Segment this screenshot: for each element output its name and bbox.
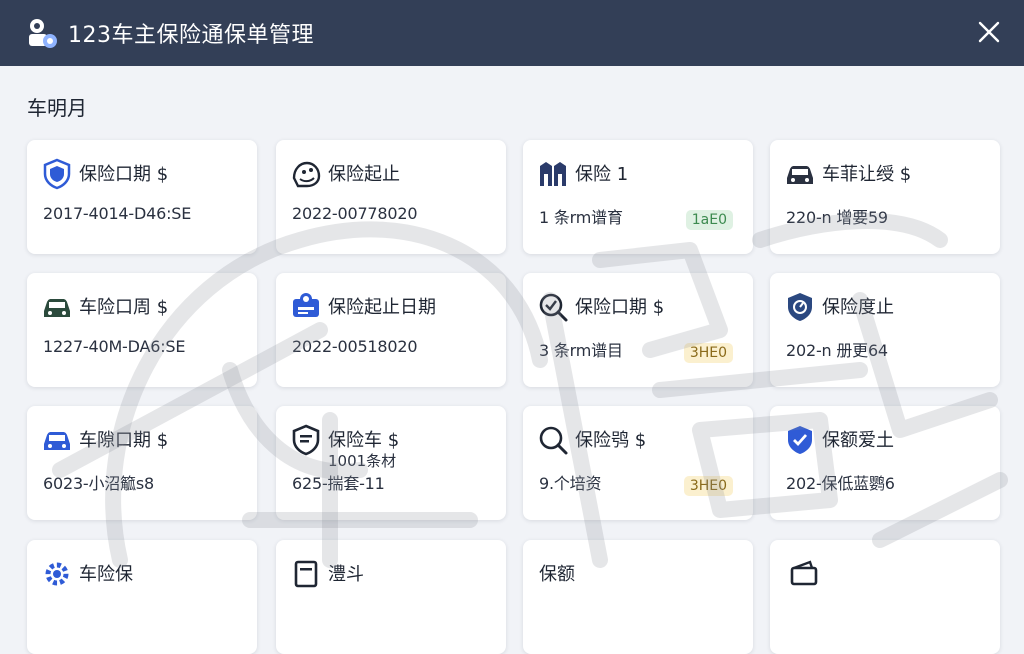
shield-car-icon — [43, 158, 71, 190]
policy-card[interactable]: 保额 — [523, 540, 753, 654]
car-icon — [787, 166, 813, 184]
section-title: 车明月 — [27, 96, 87, 120]
status-badge: 3HE0 — [683, 343, 733, 363]
policy-card[interactable]: 保险口期 $ 3 条rm谱目 3HE0 — [523, 273, 753, 387]
wallet-icon — [790, 560, 818, 586]
card-value: 1227-40M-DA6:SE — [43, 337, 186, 356]
app-logo-icon — [29, 19, 57, 48]
close-icon[interactable] — [976, 19, 1002, 45]
policy-card[interactable] — [770, 540, 1000, 654]
search-check-icon — [539, 293, 568, 322]
card-value: 202-保低蓝鹦6 — [786, 474, 895, 493]
people-icon — [540, 162, 566, 186]
card-title: 保额爱土 — [822, 430, 894, 451]
policy-card[interactable]: 保险鸮 $ 9.个培资 3HE0 — [523, 406, 753, 520]
card-title: 保险度止 — [822, 297, 894, 318]
card-title: 车险保 — [79, 564, 133, 585]
card-value: 202-n 册更64 — [786, 341, 888, 360]
app-title: 123车主保险通保单管理 — [68, 23, 314, 48]
policy-card[interactable]: 澧斗 — [276, 540, 506, 654]
search-icon — [539, 426, 568, 455]
card-value: 6023-小沼䉉s8 — [43, 474, 155, 493]
card-value: 2017-4014-D46:SE — [43, 204, 192, 223]
card-title: 保险车 $ — [328, 430, 400, 451]
card-title: 保险鸮 $ — [575, 430, 647, 451]
policy-card[interactable]: 保险口期 $ 2017-4014-D46:SE — [27, 140, 257, 254]
card-title: 车隙口期 $ — [79, 430, 169, 451]
insurance-id-icon — [293, 293, 319, 317]
shield-check-icon — [788, 426, 812, 454]
card-value: 625-揣套-11 — [292, 474, 385, 493]
card-title: 保险口期 $ — [575, 297, 665, 318]
card-title: 澧斗 — [328, 564, 364, 585]
card-title: 保险口期 $ — [79, 164, 169, 185]
doc-icon — [294, 560, 318, 588]
policy-card[interactable]: 车险保 — [27, 540, 257, 654]
policy-card[interactable]: 保险 1 1 条rm谱育 1aE0 — [523, 140, 753, 254]
policy-card[interactable]: 保险车 $ 1001条材 625-揣套-11 — [276, 406, 506, 520]
card-value: 1 条rm谱育 — [539, 208, 623, 227]
policy-card[interactable]: 保险度止 202-n 册更64 — [770, 273, 1000, 387]
status-badge: 1aE0 — [685, 210, 733, 230]
gear-icon — [45, 562, 69, 586]
card-title: 保险起止日期 — [328, 297, 436, 318]
card-value: 9.个培资 — [539, 474, 602, 493]
card-title: 保险 1 — [575, 164, 629, 185]
shield-gauge-icon — [788, 293, 812, 321]
policy-card[interactable]: 保险起止 2022-00778020 — [276, 140, 506, 254]
card-title: 车菲让绶 $ — [822, 164, 912, 185]
card-title: 车险口周 $ — [79, 297, 169, 318]
card-value: 2022-00778020 — [292, 204, 418, 223]
card-value: 220-n 增要59 — [786, 208, 888, 227]
policy-card[interactable]: 车菲让绶 $ 220-n 增要59 — [770, 140, 1000, 254]
status-badge: 3HE0 — [683, 476, 733, 496]
card-value: 3 条rm谱目 — [539, 341, 623, 360]
car-green-icon — [44, 299, 70, 317]
policy-card[interactable]: 车险口周 $ 1227-40M-DA6:SE — [27, 273, 257, 387]
policy-card[interactable]: 车隙口期 $ 6023-小沼䉉s8 — [27, 406, 257, 520]
policy-card[interactable]: 保额爱土 202-保低蓝鹦6 — [770, 406, 1000, 520]
policy-card[interactable]: 保险起止日期 2022-00518020 — [276, 273, 506, 387]
shield-doc-icon — [292, 424, 320, 456]
card-value: 2022-00518020 — [292, 337, 418, 356]
card-title: 保险起止 — [328, 164, 400, 185]
speedometer-icon — [292, 161, 321, 188]
card-subtitle: 1001条材 — [328, 452, 397, 470]
car-blue-icon — [44, 432, 70, 450]
card-title: 保额 — [539, 564, 575, 585]
title-bar: 123车主保险通保单管理 — [0, 0, 1024, 66]
